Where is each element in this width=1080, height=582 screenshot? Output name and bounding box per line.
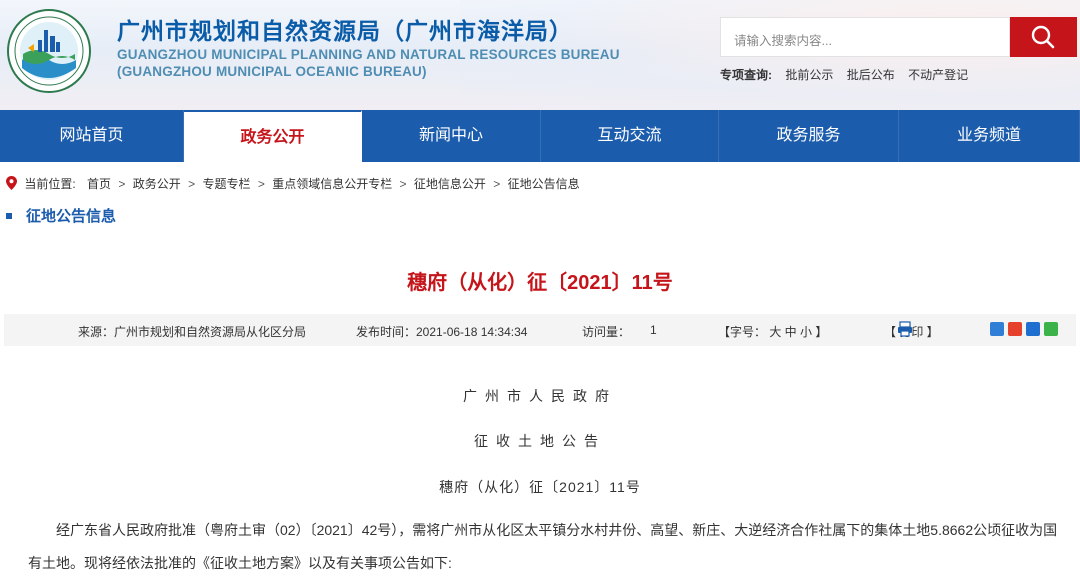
article-source: 来源：广州市规划和自然资源局从化区分局 xyxy=(78,325,307,339)
section-title-text: 征地公告信息 xyxy=(26,208,117,225)
quick-links: 专项查询: 批前公示 批后公布 不动产登记 xyxy=(720,66,978,83)
breadcrumb-separator: > xyxy=(399,177,407,191)
quick-link-pre-publicity[interactable]: 批前公示 xyxy=(785,68,833,82)
nav-home[interactable]: 网站首页 xyxy=(0,110,184,162)
quick-link-post-publication[interactable]: 批后公布 xyxy=(847,68,895,82)
share-renren-icon[interactable] xyxy=(1026,322,1040,336)
notice-title: 征收土地公告 xyxy=(474,433,606,449)
article-visits-label: 访问量： xyxy=(582,325,631,339)
breadcrumb: 当前位置: 首页 > 政务公开 > 专题专栏 > 重点领域信息公开专栏 > 征地… xyxy=(6,175,580,192)
site-subtitle-en: (GUANGZHOU MUNICIPAL OCEANIC BUREAU) xyxy=(117,64,427,79)
breadcrumb-item[interactable]: 征地公告信息 xyxy=(508,177,580,191)
search-icon xyxy=(1031,25,1055,49)
section-bullet-icon xyxy=(6,213,12,219)
nav-interaction[interactable]: 互动交流 xyxy=(541,110,719,162)
notice-issuer: 广州市人民政府 xyxy=(463,388,617,404)
search-input[interactable]: 请输入搜索内容... xyxy=(720,17,1010,57)
article-meta-bar: 来源：广州市规划和自然资源局从化区分局 发布时间：2021-06-18 14:3… xyxy=(4,314,1076,346)
breadcrumb-label: 当前位置: xyxy=(24,177,76,191)
search-button[interactable] xyxy=(1010,17,1077,57)
share-qzone-icon[interactable] xyxy=(990,322,1004,336)
main-nav: 网站首页 政务公开 新闻中心 互动交流 政务服务 业务频道 xyxy=(0,110,1080,162)
breadcrumb-item[interactable]: 首页 xyxy=(87,177,111,191)
bureau-emblem-icon[interactable] xyxy=(6,8,92,94)
article-publish-time: 发布时间：2021-06-18 14:34:34 xyxy=(356,325,528,339)
nav-government-affairs[interactable]: 政务公开 xyxy=(184,110,362,162)
section-title: 征地公告信息 xyxy=(6,205,116,226)
breadcrumb-item[interactable]: 政务公开 xyxy=(133,177,181,191)
site-title-en: GUANGZHOU MUNICIPAL PLANNING AND NATURAL… xyxy=(117,47,620,62)
notice-doc-number: 穗府（从化）征〔2021〕11号 xyxy=(439,479,641,495)
article-visits-count: 1 xyxy=(650,323,657,337)
breadcrumb-separator: > xyxy=(257,177,265,191)
breadcrumb-separator: > xyxy=(188,177,196,191)
article-title: 穗府（从化）征〔2021〕11号 xyxy=(407,272,673,294)
font-size-control[interactable]: 【字号： 大 中 小 】 xyxy=(718,323,827,340)
nav-news[interactable]: 新闻中心 xyxy=(362,110,541,162)
nav-services[interactable]: 政务服务 xyxy=(719,110,899,162)
printer-icon xyxy=(898,321,912,337)
share-weibo-icon[interactable] xyxy=(1008,322,1022,336)
breadcrumb-item[interactable]: 专题专栏 xyxy=(202,177,250,191)
breadcrumb-item[interactable]: 重点领域信息公开专栏 xyxy=(272,177,392,191)
notice-paragraph: 经广东省人民政府批准（粤府土审（02）〔2021〕42号），需将广州市从化区太平… xyxy=(28,522,1058,571)
breadcrumb-item[interactable]: 征地信息公开 xyxy=(414,177,486,191)
site-header: 广州市规划和自然资源局（广州市海洋局） GUANGZHOU MUNICIPAL … xyxy=(0,0,1080,110)
quick-links-label: 专项查询: xyxy=(720,68,772,82)
location-pin-icon xyxy=(6,176,17,190)
breadcrumb-separator: > xyxy=(118,177,126,191)
quick-link-real-estate[interactable]: 不动产登记 xyxy=(908,68,968,82)
site-title: 广州市规划和自然资源局（广州市海洋局） xyxy=(117,18,573,44)
nav-business[interactable]: 业务频道 xyxy=(899,110,1080,162)
breadcrumb-separator: > xyxy=(493,177,501,191)
share-wechat-icon[interactable] xyxy=(1044,322,1058,336)
